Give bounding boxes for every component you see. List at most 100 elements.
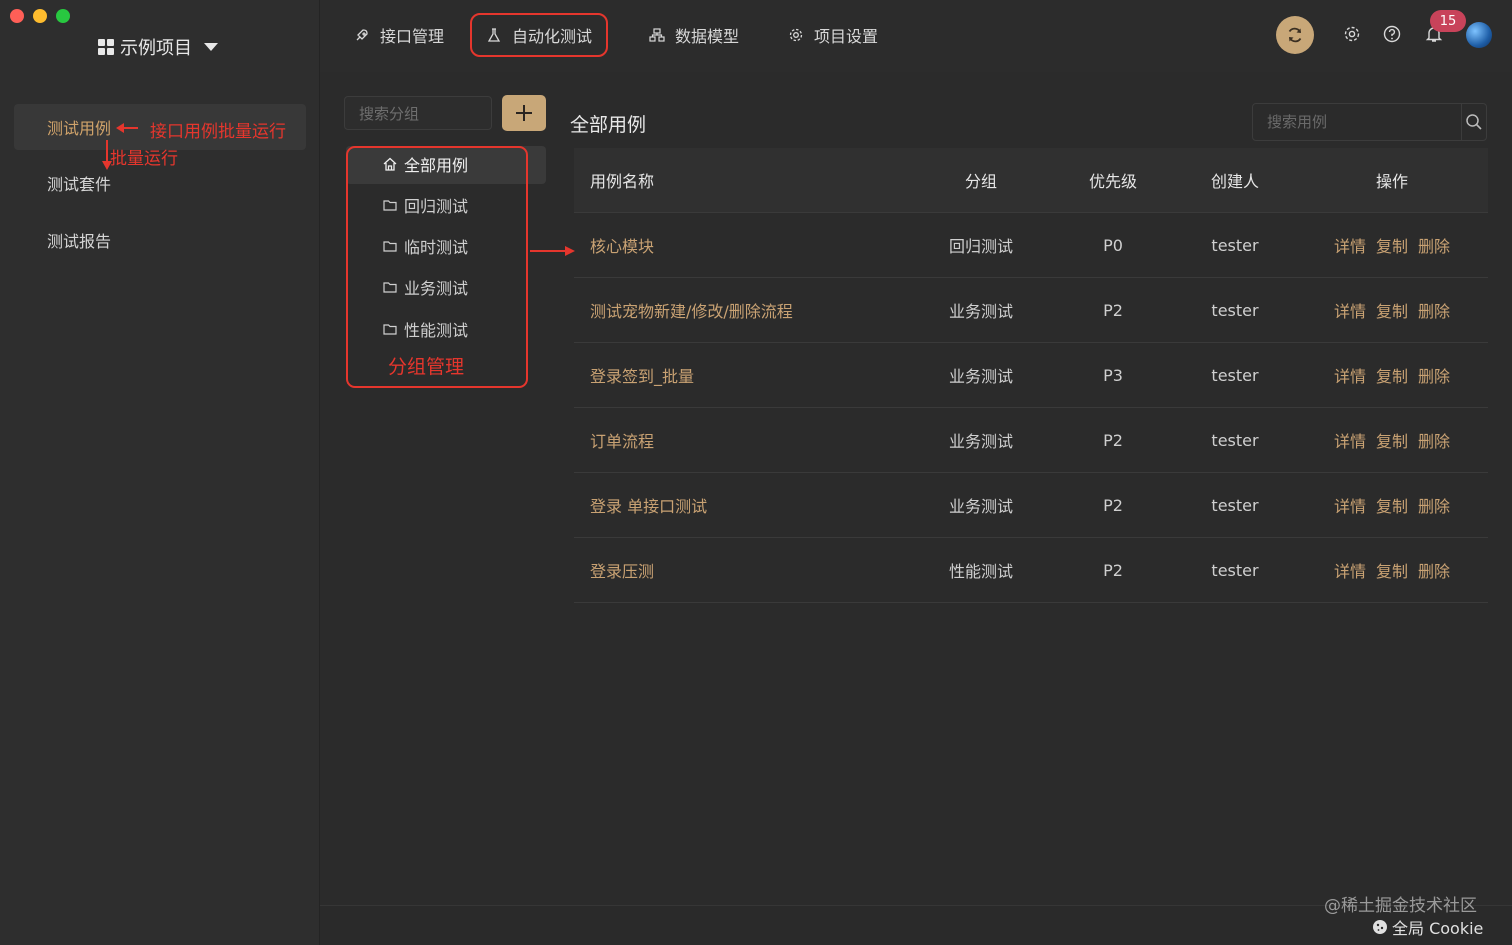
notification-badge: 15 (1430, 10, 1466, 32)
group-item-label: 性能测试 (404, 321, 469, 340)
delete-button[interactable]: 删除 (1418, 558, 1450, 582)
detail-button[interactable]: 详情 (1334, 428, 1366, 452)
copy-button[interactable]: 复制 (1376, 493, 1408, 517)
case-name-link[interactable]: 登录签到_批量 (574, 363, 910, 387)
copy-button[interactable]: 复制 (1376, 558, 1408, 582)
help-icon[interactable] (1382, 24, 1402, 44)
group-item-business[interactable]: 业务测试 (382, 274, 468, 300)
case-name-link[interactable]: 登录压测 (574, 558, 910, 582)
case-name-link[interactable]: 核心模块 (574, 233, 910, 257)
sidebar-item-test-reports[interactable]: 测试报告 (14, 217, 306, 263)
sync-button[interactable] (1276, 16, 1314, 54)
case-creator: tester (1211, 495, 1259, 515)
gear-icon (789, 28, 803, 42)
case-creator: tester (1211, 235, 1259, 255)
detail-button[interactable]: 详情 (1334, 558, 1366, 582)
hierarchy-icon (649, 28, 665, 42)
flask-icon (487, 28, 501, 42)
tab-project-settings[interactable]: 项目设置 (774, 13, 892, 57)
group-item-label: 业务测试 (404, 279, 469, 298)
case-name-link[interactable]: 登录 单接口测试 (574, 493, 910, 517)
minimize-window-button[interactable] (33, 9, 47, 23)
delete-button[interactable]: 删除 (1418, 233, 1450, 257)
tab-data-models[interactable]: 数据模型 (635, 13, 753, 57)
group-item-temporary[interactable]: 临时测试 (382, 233, 468, 259)
group-item-label: 回归测试 (404, 197, 469, 216)
folder-icon (383, 324, 397, 335)
tab-label: 接口管理 (380, 27, 445, 46)
test-case-table: 用例名称 分组 优先级 创建人 操作 核心模块 回归测试 P0 tester 详情 复制删… (574, 148, 1488, 603)
detail-button[interactable]: 详情 (1334, 298, 1366, 322)
watermark: @稀土掘金技术社区 (1324, 896, 1477, 916)
plus-icon (516, 105, 532, 121)
delete-button[interactable]: 删除 (1418, 428, 1450, 452)
global-cookie-button[interactable]: 全局 Cookie (1372, 915, 1483, 939)
search-icon (1466, 114, 1482, 130)
column-header-priority: 优先级 (1088, 172, 1137, 191)
delete-button[interactable]: 删除 (1418, 493, 1450, 517)
table-header: 用例名称 分组 优先级 创建人 操作 (574, 148, 1488, 213)
case-priority: P2 (1103, 430, 1123, 450)
global-cookie-label: 全局 Cookie (1392, 919, 1484, 938)
case-group: 业务测试 (948, 367, 1013, 386)
avatar[interactable] (1466, 22, 1492, 48)
tab-label: 自动化测试 (512, 27, 593, 46)
caret-down-icon (204, 43, 218, 51)
case-priority: P3 (1103, 365, 1123, 385)
page-title: 全部用例 (570, 114, 647, 136)
refresh-icon (1288, 27, 1302, 43)
project-switcher[interactable]: 示例项目 (98, 34, 218, 60)
folder-icon (383, 241, 397, 252)
table-row: 测试宠物新建/修改/删除流程 业务测试 P2 tester 详情 复制 删除 (574, 278, 1488, 343)
folder-icon (383, 282, 397, 293)
row-actions: 详情 复制 删除 (1296, 558, 1488, 582)
group-item-label: 临时测试 (404, 238, 469, 257)
home-icon (383, 157, 397, 171)
case-search-input[interactable] (1253, 104, 1461, 140)
copy-button[interactable]: 复制 (1376, 363, 1408, 387)
group-item-all[interactable]: 全部用例 (382, 151, 468, 177)
detail-button[interactable]: 详情 (1334, 493, 1366, 517)
column-header-name: 用例名称 (590, 172, 655, 191)
maximize-window-button[interactable] (56, 9, 70, 23)
case-group: 业务测试 (948, 302, 1013, 321)
column-header-actions: 操作 (1375, 172, 1408, 191)
copy-button[interactable]: 复制 (1376, 233, 1408, 257)
annotation-batch-run-api: 接口用例批量运行 (150, 122, 286, 142)
annotation-batch-run: 批量运行 (110, 149, 178, 169)
group-item-performance[interactable]: 性能测试 (382, 316, 468, 342)
group-item-regression[interactable]: 回归测试 (382, 192, 468, 218)
group-search-input[interactable]: 搜索分组 (344, 96, 492, 130)
detail-button[interactable]: 详情 (1334, 363, 1366, 387)
copy-button[interactable]: 复制 (1376, 298, 1408, 322)
table-row: 订单流程 业务测试 P2 tester 详情 复制 删除 (574, 408, 1488, 473)
table-row: 登录 单接口测试 业务测试 P2 tester 详情 复制 删除 (574, 473, 1488, 538)
delete-button[interactable]: 删除 (1418, 298, 1450, 322)
tab-api-management[interactable]: 接口管理 (340, 13, 458, 57)
add-group-button[interactable] (502, 95, 546, 131)
tab-automation-testing[interactable]: 自动化测试 (470, 13, 609, 57)
case-creator: tester (1211, 300, 1259, 320)
cookie-icon (1373, 920, 1387, 934)
detail-button[interactable]: 详情 (1334, 233, 1366, 257)
grid-icon (98, 39, 114, 55)
case-priority: P2 (1103, 560, 1123, 580)
case-search (1252, 103, 1487, 141)
case-group: 业务测试 (948, 432, 1013, 451)
settings-gear-icon[interactable] (1342, 24, 1362, 44)
table-row: 登录签到_批量 业务测试 P3 tester 详情 复制 删除 (574, 343, 1488, 408)
row-actions: 详情 复制 删除 (1296, 298, 1488, 322)
case-name-link[interactable]: 订单流程 (574, 428, 910, 452)
close-window-button[interactable] (10, 9, 24, 23)
case-creator: tester (1211, 365, 1259, 385)
copy-button[interactable]: 复制 (1376, 428, 1408, 452)
delete-button[interactable]: 删除 (1418, 363, 1450, 387)
row-actions: 详情 复制 删除 (1296, 493, 1488, 517)
tab-label: 项目设置 (814, 27, 879, 46)
column-header-creator: 创建人 (1210, 172, 1259, 191)
table-row: 核心模块 回归测试 P0 tester 详情 复制 删除 (574, 213, 1488, 278)
column-header-group: 分组 (964, 172, 997, 191)
case-name-link[interactable]: 测试宠物新建/修改/删除流程 (574, 298, 910, 322)
case-priority: P0 (1103, 235, 1123, 255)
search-button[interactable] (1461, 104, 1486, 140)
